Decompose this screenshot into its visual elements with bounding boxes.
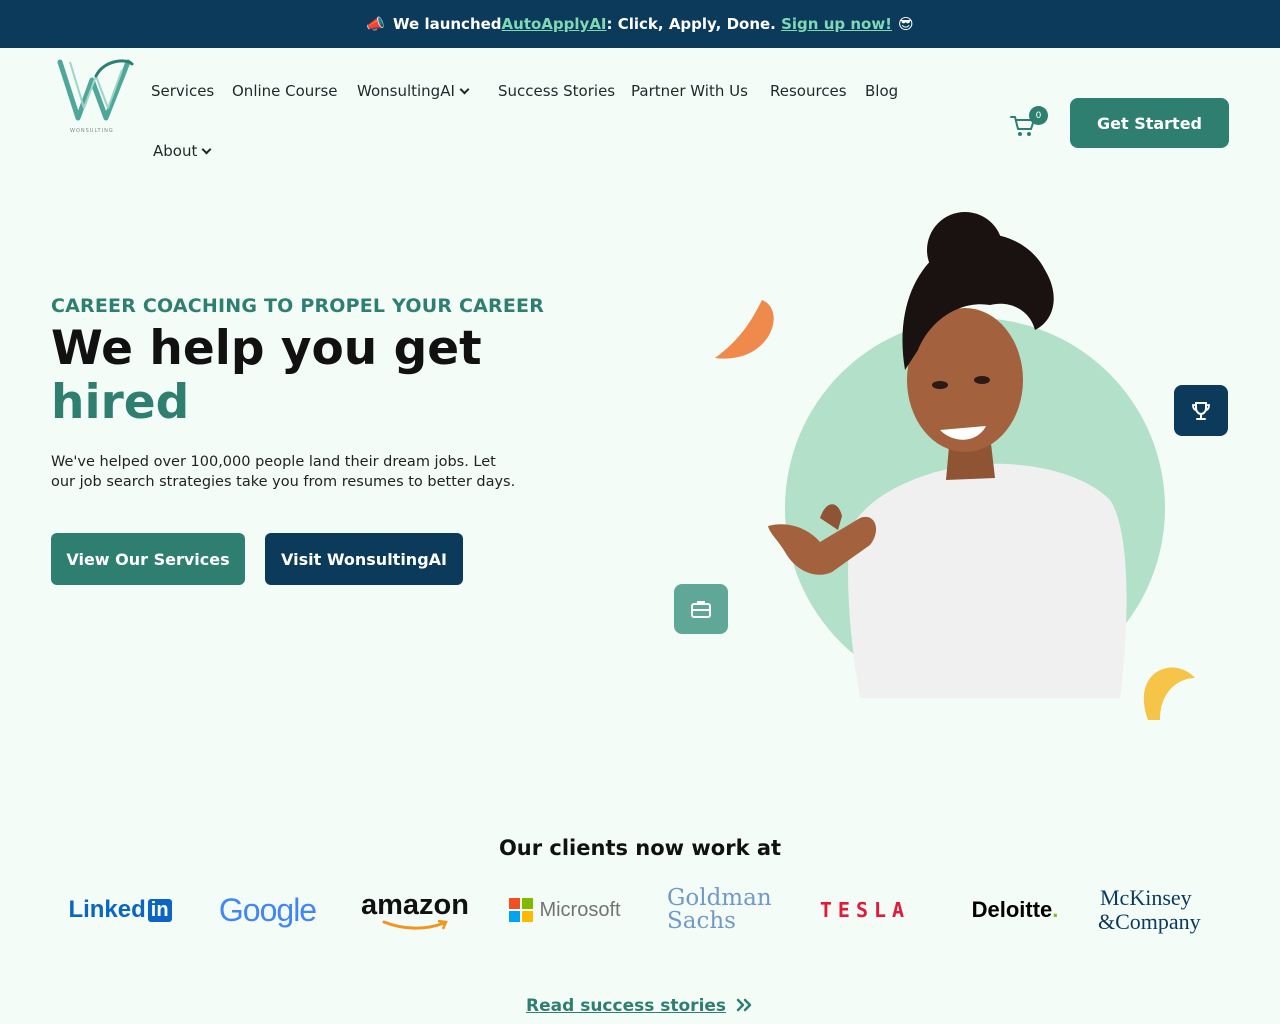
hero-eyebrow: CAREER COACHING TO PROPEL YOUR CAREER xyxy=(51,295,545,317)
goldman-sachs-logo: Goldman Sachs xyxy=(655,880,775,940)
amazon-text: amazon xyxy=(361,889,469,921)
sachs-text: Sachs xyxy=(667,908,736,934)
sunglasses-icon: 😎 xyxy=(898,15,914,33)
briefcase-icon xyxy=(691,601,711,618)
nav-services[interactable]: Services xyxy=(151,82,214,100)
goldman-text: Goldman xyxy=(667,885,772,911)
nav-label: Online Course xyxy=(232,82,338,100)
trophy-icon xyxy=(1192,401,1210,420)
linkedin-logo: Linked in xyxy=(60,880,180,940)
client-logos: Linked in Google amazon Microsoft Goldma… xyxy=(40,880,1240,940)
google-text: Google xyxy=(218,891,317,928)
tesla-text: TESLA xyxy=(819,898,911,922)
signup-link[interactable]: Sign up now! xyxy=(781,15,892,33)
read-success-stories-link[interactable]: Read success stories xyxy=(0,996,1280,1016)
deloitte-logo: Deloitte. xyxy=(955,880,1075,940)
trophy-tile xyxy=(1174,385,1228,436)
double-chevron-right-icon xyxy=(736,998,752,1012)
microsoft-squares-icon xyxy=(509,898,534,922)
get-started-button[interactable]: Get Started xyxy=(1070,98,1229,148)
w-logo-icon xyxy=(57,59,134,121)
nav-about[interactable]: About xyxy=(153,142,212,160)
visit-wonsultingai-button[interactable]: Visit WonsultingAI xyxy=(265,533,463,585)
announcement-prefix: We launched xyxy=(393,15,502,33)
autoapplyai-link[interactable]: AutoApplyAI xyxy=(502,15,607,33)
google-logo: Google xyxy=(210,880,325,940)
microsoft-logo: Microsoft xyxy=(505,880,625,940)
orange-shape xyxy=(715,300,774,359)
company-text: &Company xyxy=(1098,909,1201,934)
chevron-down-icon xyxy=(201,144,212,154)
announcement-bar: 📣 We launched AutoApplyAI : Click, Apply… xyxy=(0,0,1280,48)
amazon-logo: amazon xyxy=(355,880,475,940)
deloitte-dot: . xyxy=(1052,897,1059,922)
nav-resources[interactable]: Resources xyxy=(770,82,847,100)
nav-label: About xyxy=(153,142,198,160)
announcement-middle: : Click, Apply, Done. xyxy=(606,15,782,33)
chevron-down-icon xyxy=(459,84,470,94)
hero-lead: We've helped over 100,000 people land th… xyxy=(51,454,516,490)
cart-count-badge: 0 xyxy=(1029,106,1048,125)
nav-wonsultingai[interactable]: WonsultingAI xyxy=(357,82,470,100)
nav-label: Resources xyxy=(770,82,847,100)
nav-blog[interactable]: Blog xyxy=(865,82,898,100)
nav-label: Success Stories xyxy=(498,82,616,100)
nav-label: Services xyxy=(151,82,215,100)
brand-logo[interactable]: WONSULTING xyxy=(56,56,138,134)
hero-title-line1: We help you get xyxy=(51,321,482,376)
megaphone-icon: 📣 xyxy=(366,15,386,33)
hero-illustration xyxy=(715,212,1195,720)
mckinsey-text: McKinsey xyxy=(1100,885,1192,910)
microsoft-text: Microsoft xyxy=(539,898,621,921)
amazon-smile-icon xyxy=(382,920,448,930)
nav-online-course[interactable]: Online Course xyxy=(232,82,338,100)
hero-title-line2: hired xyxy=(51,375,190,430)
yellow-shape xyxy=(1143,667,1195,720)
nav-partner-with-us[interactable]: Partner With Us xyxy=(631,82,748,100)
nav-success-stories[interactable]: Success Stories xyxy=(498,82,615,100)
linkedin-text: Linked xyxy=(68,896,146,923)
clients-title: Our clients now work at xyxy=(498,836,782,860)
mckinsey-logo: McKinsey &Company xyxy=(1098,880,1230,940)
deloitte-text: Deloitte xyxy=(971,897,1053,922)
view-services-button[interactable]: View Our Services xyxy=(51,533,245,585)
read-link-label: Read success stories xyxy=(526,996,727,1016)
nav-label: Partner With Us xyxy=(631,82,748,100)
briefcase-tile xyxy=(674,584,728,634)
logo-caption: WONSULTING xyxy=(70,128,114,134)
nav-label: Blog xyxy=(865,82,899,100)
linkedin-in-badge: in xyxy=(147,898,172,922)
nav-label: WonsultingAI xyxy=(357,82,455,100)
tesla-logo: TESLA xyxy=(805,880,925,940)
